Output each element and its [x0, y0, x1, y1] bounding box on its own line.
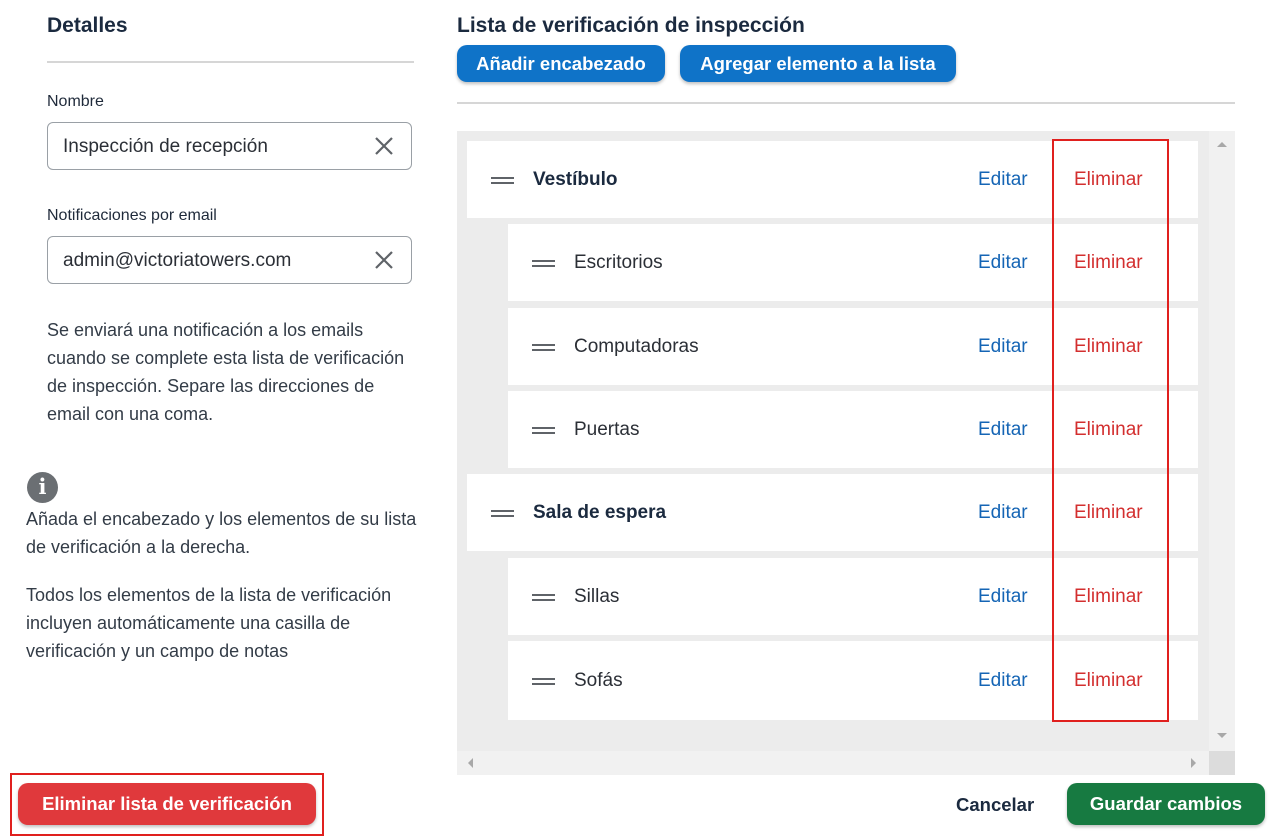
email-value[interactable]: admin@victoriatowers.com [63, 250, 291, 272]
edit-link[interactable]: Editar [978, 502, 1028, 524]
edit-link[interactable]: Editar [978, 169, 1028, 191]
delete-checklist-button[interactable]: Eliminar lista de verificación [18, 783, 316, 825]
scrollbar-corner [1209, 751, 1235, 775]
save-changes-button[interactable]: Guardar cambios [1067, 783, 1265, 825]
horizontal-scrollbar[interactable] [457, 751, 1209, 775]
highlight-box [1052, 139, 1169, 722]
details-heading: Detalles [47, 14, 128, 37]
info-icon: i [27, 472, 58, 503]
list-item-label: Sofás [574, 669, 623, 691]
clear-icon[interactable] [371, 247, 397, 273]
scroll-down-icon[interactable] [1216, 732, 1228, 740]
info-text-headings: Añada el encabezado y los elementos de s… [26, 509, 417, 557]
name-field[interactable]: Inspección de recepción [47, 122, 412, 170]
cancel-button[interactable]: Cancelar [956, 794, 1034, 816]
list-item-label: Computadoras [574, 335, 699, 357]
edit-link[interactable]: Editar [978, 252, 1028, 274]
drag-handle-icon[interactable] [532, 259, 555, 268]
add-item-button[interactable]: Agregar elemento a la lista [680, 45, 956, 82]
edit-link[interactable]: Editar [978, 586, 1028, 608]
list-item-label: Sillas [574, 585, 620, 607]
details-divider [47, 61, 414, 63]
list-heading-label: Sala de espera [533, 501, 667, 523]
scroll-up-icon[interactable] [1216, 140, 1228, 148]
name-label: Nombre [47, 93, 104, 110]
info-text-items: Todos los elementos de la lista de verif… [26, 585, 392, 661]
name-value[interactable]: Inspección de recepción [63, 136, 268, 158]
add-header-button[interactable]: Añadir encabezado [457, 45, 665, 82]
drag-handle-icon[interactable] [532, 677, 555, 686]
email-field[interactable]: admin@victoriatowers.com [47, 236, 412, 284]
email-help-text: Se enviará una notificación a los emails… [47, 320, 405, 424]
drag-handle-icon[interactable] [491, 176, 514, 185]
list-item-label: Escritorios [574, 251, 663, 273]
scroll-right-icon[interactable] [1190, 757, 1198, 769]
drag-handle-icon[interactable] [532, 343, 555, 352]
edit-link[interactable]: Editar [978, 336, 1028, 358]
list-heading-label: Vestíbulo [533, 168, 618, 190]
edit-link[interactable]: Editar [978, 419, 1028, 441]
email-label: Notificaciones por email [47, 207, 217, 224]
drag-handle-icon[interactable] [532, 426, 555, 435]
checklist-divider [457, 102, 1235, 104]
scroll-left-icon[interactable] [466, 757, 474, 769]
clear-icon[interactable] [371, 133, 397, 159]
edit-link[interactable]: Editar [978, 670, 1028, 692]
checklist-heading: Lista de verificación de inspección [457, 14, 805, 37]
drag-handle-icon[interactable] [532, 593, 555, 602]
vertical-scrollbar[interactable] [1209, 131, 1235, 751]
drag-handle-icon[interactable] [491, 509, 514, 518]
list-item-label: Puertas [574, 418, 640, 440]
